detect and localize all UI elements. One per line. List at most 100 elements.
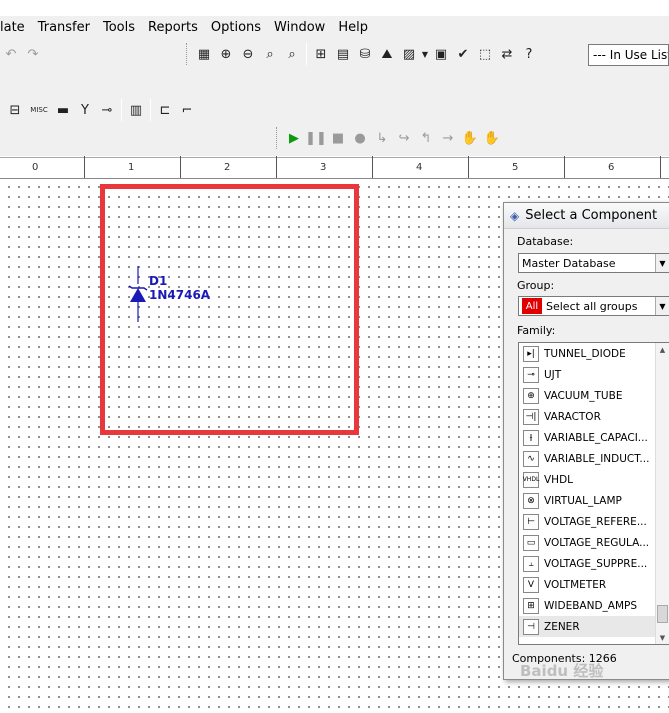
toolbar-grip[interactable] — [276, 127, 279, 149]
family-item-icon: ⊗ — [523, 492, 539, 509]
stop-icon[interactable]: ■ — [327, 127, 349, 149]
family-item[interactable]: ∿ VARIABLE_INDUCT... — [519, 448, 669, 469]
family-item[interactable]: ▸| TUNNEL_DIODE — [519, 343, 669, 364]
family-item-label: VARIABLE_CAPACI... — [544, 431, 648, 444]
bus-icon[interactable]: ⌐ — [176, 99, 198, 121]
menu-tools[interactable]: Tools — [103, 20, 135, 35]
family-item[interactable]: ⊞ WIDEBAND_AMPS — [519, 595, 669, 616]
indicator-icon[interactable]: ⊟ — [4, 99, 26, 121]
ladder-icon[interactable]: ▥ — [125, 99, 147, 121]
database-icon[interactable]: ⛁ — [354, 43, 376, 65]
family-item[interactable]: ⫠ VOLTAGE_SUPPRE... — [519, 553, 669, 574]
family-scrollbar[interactable]: ▲ ▼ — [655, 343, 669, 644]
dropdown-arrow-icon[interactable]: ▼ — [420, 43, 430, 65]
toggle-breakpoint-icon[interactable]: ✋ — [459, 127, 481, 149]
family-item[interactable]: ⊣| VARACTOR — [519, 406, 669, 427]
family-item-icon: ∿ — [523, 450, 539, 467]
dialog-title: Select a Component — [525, 208, 658, 223]
family-label: Family: — [517, 324, 556, 337]
zoom-fit-icon[interactable]: ⌕ — [281, 43, 303, 65]
menu-transfer[interactable]: Transfer — [38, 20, 90, 35]
family-item-icon: ⫠ — [523, 555, 539, 572]
spreadsheet-icon[interactable]: ▤ — [332, 43, 354, 65]
zener-diode-symbol[interactable] — [124, 266, 152, 324]
help-icon[interactable]: ? — [518, 43, 540, 65]
step-into-icon[interactable]: ↳ — [371, 127, 393, 149]
database-value: Master Database — [522, 256, 616, 270]
scroll-down-icon[interactable]: ▼ — [656, 631, 669, 644]
family-item-icon: ⊣ — [523, 618, 539, 635]
component-ref-label[interactable]: D1 — [149, 274, 167, 288]
dialog-title-bar[interactable]: ◈ Select a Component — [504, 203, 669, 229]
simulation-toolbar: ▶ ❚❚ ■ ● ↳ ↪ ↰ → ✋ ✋ — [276, 124, 503, 152]
ruler-mark: 2 — [224, 162, 231, 173]
menu-reports[interactable]: Reports — [148, 20, 198, 35]
menu-window[interactable]: Window — [274, 20, 325, 35]
family-item-label: VIRTUAL_LAMP — [544, 494, 622, 507]
erc-icon[interactable]: ✔ — [452, 43, 474, 65]
family-item-icon: ⊕ — [523, 387, 539, 404]
family-item-label: VOLTAGE_REGULA... — [544, 536, 650, 549]
breakpoint-icon[interactable]: ● — [349, 127, 371, 149]
menu-help[interactable]: Help — [338, 20, 368, 35]
postprocessor-icon[interactable]: ▣ — [430, 43, 452, 65]
menu-simulate[interactable]: late — [0, 20, 25, 35]
hierarchical-block-icon[interactable]: ⊏ — [154, 99, 176, 121]
run-icon[interactable]: ▶ — [283, 127, 305, 149]
ruler-mark: 0 — [32, 162, 39, 173]
scroll-thumb[interactable] — [657, 605, 668, 623]
family-item-label: VOLTAGE_REFERE... — [544, 515, 647, 528]
component-part-label[interactable]: 1N4746A — [149, 288, 210, 302]
ruler-tick — [468, 156, 469, 178]
grapher-icon[interactable]: ▨ — [398, 43, 420, 65]
family-item-label: VOLTAGE_SUPPRE... — [544, 557, 648, 570]
family-item[interactable]: VHDL VHDL — [519, 469, 669, 490]
remove-breakpoints-icon[interactable]: ✋ — [481, 127, 503, 149]
redo-icon[interactable]: ↷ — [22, 43, 44, 65]
component-wizard-icon[interactable]: ⛰ — [376, 43, 398, 65]
ruler-tick — [276, 156, 277, 178]
misc-icon[interactable]: MISC — [26, 99, 52, 121]
family-item-label: VACUUM_TUBE — [544, 389, 623, 402]
family-item[interactable]: ⊢ VOLTAGE_REFERE... — [519, 511, 669, 532]
chevron-down-icon[interactable]: ▼ — [655, 254, 669, 272]
toolbar-grip[interactable] — [186, 43, 189, 65]
rf-icon[interactable]: Y — [74, 99, 96, 121]
family-item[interactable]: ⊕ VACUUM_TUBE — [519, 385, 669, 406]
scroll-up-icon[interactable]: ▲ — [656, 343, 669, 356]
dialog-app-icon: ◈ — [510, 208, 520, 223]
select-area-icon[interactable]: ⬚ — [474, 43, 496, 65]
run-to-cursor-icon[interactable]: → — [437, 127, 459, 149]
peripheral-icon[interactable]: ▬ — [52, 99, 74, 121]
zoom-out-icon[interactable]: ⊖ — [237, 43, 259, 65]
menu-bar: late Transfer Tools Reports Options Wind… — [0, 16, 669, 38]
hierarchy-icon[interactable]: ⊞ — [310, 43, 332, 65]
family-item[interactable]: ▭ VOLTAGE_REGULA... — [519, 532, 669, 553]
family-item-label: VOLTMETER — [544, 578, 607, 591]
step-out-icon[interactable]: ↰ — [415, 127, 437, 149]
chevron-down-icon[interactable]: ▼ — [655, 297, 669, 315]
family-item[interactable]: V VOLTMETER — [519, 574, 669, 595]
menu-options[interactable]: Options — [211, 20, 261, 35]
in-use-list-combo[interactable]: --- In Use List — [588, 44, 669, 66]
horizontal-ruler: 0 1 2 3 4 5 6 — [0, 156, 669, 179]
family-item[interactable]: ⊸ UJT — [519, 364, 669, 385]
zoom-area-icon[interactable]: ⌕ — [259, 43, 281, 65]
family-item-label: UJT — [544, 368, 562, 381]
undo-icon[interactable]: ↶ — [0, 43, 22, 65]
family-list[interactable]: ▸| TUNNEL_DIODE ⊸ UJT ⊕ VACUUM_TUBE ⊣| VARACTOR… — [518, 342, 669, 645]
transfer-icon[interactable]: ⇄ — [496, 43, 518, 65]
step-over-icon[interactable]: ↪ — [393, 127, 415, 149]
family-item[interactable]: ⫲ VARIABLE_CAPACI... — [519, 427, 669, 448]
group-select[interactable]: All Select all groups ▼ — [518, 296, 669, 316]
family-item-label: TUNNEL_DIODE — [544, 347, 626, 360]
family-item-label: VARIABLE_INDUCT... — [544, 452, 650, 465]
electromechanical-icon[interactable]: ⊸ — [96, 99, 118, 121]
toggle-fullscreen-icon[interactable]: ▦ — [193, 43, 215, 65]
database-select[interactable]: Master Database ▼ — [518, 253, 669, 273]
family-item[interactable]: ⊗ VIRTUAL_LAMP — [519, 490, 669, 511]
family-item[interactable]: ⊣ ZENER — [519, 616, 669, 637]
family-item-icon: VHDL — [523, 471, 539, 488]
zoom-in-icon[interactable]: ⊕ — [215, 43, 237, 65]
pause-icon[interactable]: ❚❚ — [305, 127, 327, 149]
